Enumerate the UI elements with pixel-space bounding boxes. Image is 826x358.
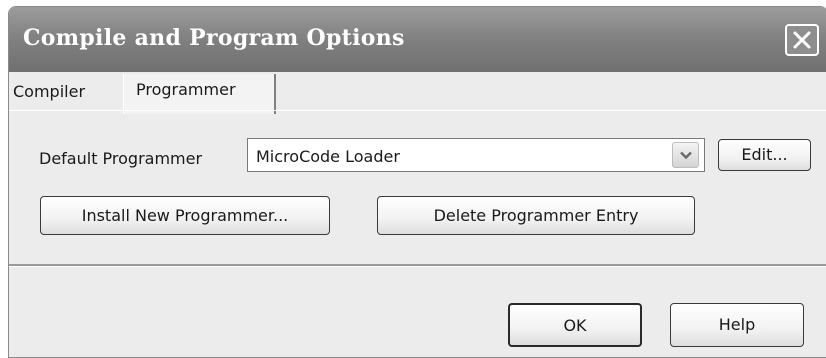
tab-panel-border: [9, 110, 826, 111]
ok-button[interactable]: OK: [508, 303, 642, 347]
tab-strip: Compiler Programmer: [9, 72, 826, 114]
default-programmer-select[interactable]: MicroCode Loader: [247, 138, 705, 172]
close-button[interactable]: [785, 24, 819, 56]
tab-compiler[interactable]: Compiler: [13, 82, 85, 101]
options-dialog: Compile and Program Options Compiler Pro…: [8, 6, 826, 358]
separator: [9, 264, 826, 267]
chevron-down-icon: [680, 151, 692, 160]
selected-programmer: MicroCode Loader: [256, 147, 400, 166]
tab-programmer-label: Programmer: [136, 80, 236, 99]
install-new-programmer-button[interactable]: Install New Programmer...: [40, 196, 330, 235]
edit-button[interactable]: Edit...: [718, 139, 811, 171]
window-title: Compile and Program Options: [23, 25, 405, 51]
dropdown-button[interactable]: [672, 142, 699, 168]
tab-programmer[interactable]: Programmer: [123, 74, 276, 114]
delete-programmer-entry-button[interactable]: Delete Programmer Entry: [377, 196, 695, 235]
help-button[interactable]: Help: [670, 303, 804, 347]
close-icon: [793, 31, 811, 49]
default-programmer-label: Default Programmer: [39, 149, 203, 168]
title-bar[interactable]: Compile and Program Options: [9, 7, 826, 72]
